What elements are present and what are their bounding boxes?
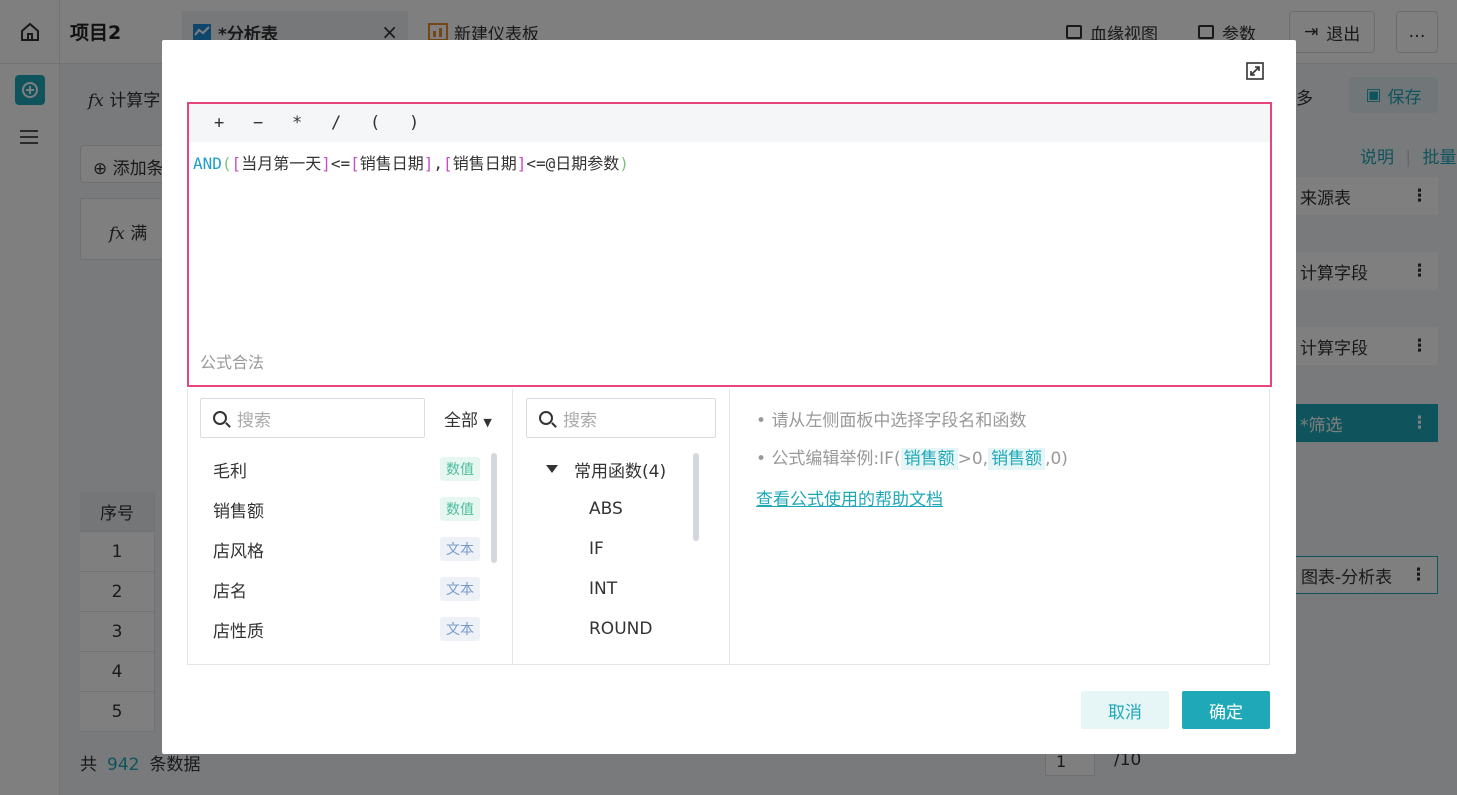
formula-dialog: + − * / ( ) AND([当月第一天]<=[销售日期],[销售日期]<=…	[162, 40, 1296, 754]
list-item[interactable]: 店性质 文本	[188, 609, 493, 649]
help-column: • 请从左侧面板中选择字段名和函数 • 公式编辑举例:IF(销售额 >0, 销售额,…	[730, 389, 1270, 665]
expand-icon[interactable]	[1246, 62, 1264, 80]
minus-operator[interactable]: −	[253, 113, 292, 133]
field-scrollbar[interactable]	[491, 453, 497, 563]
function-item[interactable]: INT	[513, 569, 713, 609]
multiply-operator[interactable]: *	[292, 113, 331, 133]
formula-editor[interactable]: + − * / ( ) AND([当月第一天]<=[销售日期],[销售日期]<=…	[187, 102, 1272, 387]
function-item[interactable]: ROUND	[513, 609, 713, 649]
function-item[interactable]: IF	[513, 529, 713, 569]
function-group[interactable]: 常用函数(4)	[513, 449, 713, 489]
help-doc-link[interactable]: 查看公式使用的帮助文档	[756, 485, 943, 510]
function-tree: 常用函数(4) ABS IF INT ROUND	[513, 449, 713, 649]
function-column: 搜索 常用函数(4) ABS IF INT ROUND	[513, 389, 730, 665]
type-badge: 文本	[440, 577, 480, 601]
formula-text[interactable]: AND([当月第一天]<=[销售日期],[销售日期]<=@日期参数)	[189, 142, 1270, 182]
type-badge: 文本	[440, 537, 480, 561]
list-item[interactable]: 店名 文本	[188, 569, 493, 609]
operator-bar: + − * / ( )	[189, 104, 1270, 142]
validation-status: 公式合法	[200, 353, 265, 372]
divide-operator[interactable]: /	[331, 113, 370, 133]
picker-panel: 搜索 全部 ▼ 毛利 数值 销售额 数值 店风格 文本 店名 文本 店性质 文本 搜索 常…	[187, 389, 1270, 665]
type-badge: 文本	[440, 617, 480, 641]
field-search-placeholder: 搜索	[237, 410, 271, 431]
list-item[interactable]: 毛利 数值	[188, 449, 493, 489]
tip-example: • 公式编辑举例:IF(销售额 >0, 销售额 ,0)	[756, 448, 1068, 470]
type-badge: 数值	[440, 457, 480, 481]
function-search-placeholder: 搜索	[563, 410, 597, 431]
tip-select: • 请从左侧面板中选择字段名和函数	[756, 411, 1027, 431]
list-item[interactable]: 店风格 文本	[188, 529, 493, 569]
function-item[interactable]: ABS	[513, 489, 713, 529]
close-paren-operator[interactable]: )	[409, 113, 448, 133]
cancel-button[interactable]: 取消	[1081, 691, 1169, 729]
list-item[interactable]: 销售额 数值	[188, 489, 493, 529]
field-search-input[interactable]: 搜索	[200, 398, 425, 438]
function-scrollbar[interactable]	[693, 453, 699, 541]
plus-operator[interactable]: +	[214, 113, 253, 133]
field-type-dropdown[interactable]: 全部 ▼	[444, 406, 492, 431]
caret-down-icon: ▼	[483, 416, 492, 429]
type-badge: 数值	[440, 497, 480, 521]
confirm-button[interactable]: 确定	[1182, 691, 1270, 729]
search-icon	[213, 411, 227, 425]
open-paren-operator[interactable]: (	[370, 113, 409, 133]
field-list: 毛利 数值 销售额 数值 店风格 文本 店名 文本 店性质 文本	[188, 449, 493, 665]
caret-down-icon	[546, 465, 558, 473]
search-icon	[539, 411, 553, 425]
field-column: 搜索 全部 ▼ 毛利 数值 销售额 数值 店风格 文本 店名 文本 店性质 文本	[188, 389, 513, 665]
function-search-input[interactable]: 搜索	[526, 398, 716, 438]
